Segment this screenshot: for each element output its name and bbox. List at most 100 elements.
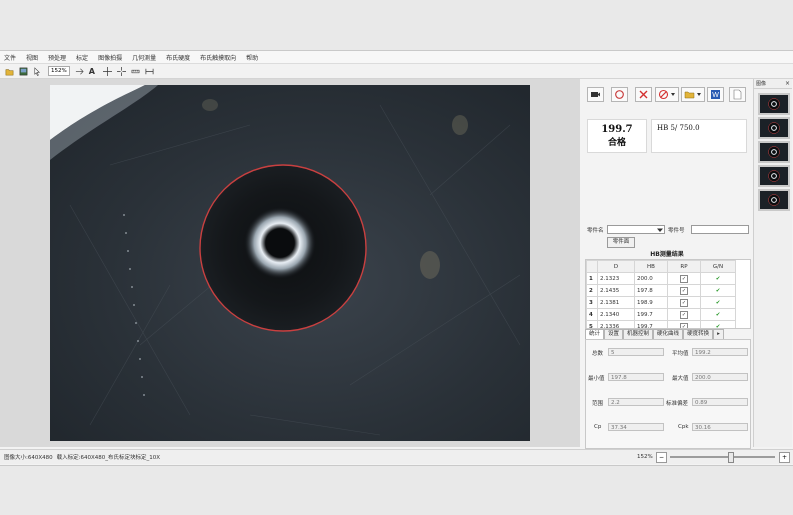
menu-preprocess[interactable]: 预处理	[48, 53, 66, 62]
circle-measure-button[interactable]	[611, 87, 628, 102]
row-index: 1	[586, 272, 598, 285]
menu-calibration[interactable]: 标定	[76, 53, 88, 62]
tab-statistics[interactable]: 统计	[585, 329, 605, 339]
thumbnail-2[interactable]	[758, 117, 790, 139]
chevron-down-icon[interactable]	[657, 227, 663, 233]
zoom-slider-handle[interactable]	[728, 452, 734, 463]
circle-icon	[615, 90, 624, 99]
indentation-thumbnail-icon	[768, 194, 780, 206]
clear-dropdown-button[interactable]	[655, 87, 679, 102]
table-row[interactable]: 1 2.1323 200.0 ✓ ✔	[586, 272, 736, 285]
std-dev-value: 0.89	[692, 398, 748, 406]
table-row[interactable]: 5 2.1336 199.7 ✓ ✔	[586, 320, 736, 328]
pass-check-icon: ✔	[715, 287, 721, 294]
part-name-field[interactable]	[607, 225, 665, 234]
cell-gn: ✔	[700, 320, 736, 328]
results-table: D HB RP G/N 1 2.1323 200.0 ✓ ✔ 2 2.1435 …	[586, 260, 736, 328]
part-name-label: 零件名	[587, 228, 604, 234]
tab-hardness-conversion[interactable]: 硬度转换	[683, 329, 714, 339]
image-size-status: 图像大小:640X480	[4, 455, 53, 461]
thumbnail-4[interactable]	[758, 165, 790, 187]
center-cross-icon[interactable]	[116, 66, 126, 76]
max-label: 最大值	[672, 376, 689, 382]
std-dev-label: 标准偏差	[666, 401, 689, 407]
thumbnail-5[interactable]	[758, 189, 790, 211]
part-number-field[interactable]	[691, 225, 749, 234]
measurement-panel: W 199.7 合格 HB 5/ 750.0 零件名 零件号 零件面 HB测量结…	[583, 79, 751, 449]
zoom-status: 152%	[637, 454, 653, 460]
menu-brinell[interactable]: 布氏硬度	[166, 53, 190, 62]
cell-hb: 199.7	[634, 308, 668, 321]
open-folder-icon[interactable]	[5, 66, 14, 76]
thumbnail-3[interactable]	[758, 141, 790, 163]
part-number-label: 零件号	[668, 228, 685, 234]
table-row[interactable]: 4 2.1340 199.7 ✓ ✔	[586, 308, 736, 321]
zoom-select[interactable]: 152%	[48, 66, 70, 76]
image-icon[interactable]	[19, 66, 28, 76]
new-document-button[interactable]	[729, 87, 746, 102]
menu-capture[interactable]: 图像拍摄	[98, 53, 122, 62]
zoom-in-icon[interactable]: +	[779, 452, 790, 463]
hardness-readout: 199.7 合格	[587, 119, 647, 153]
cell-hb: 200.0	[634, 272, 668, 285]
camera-icon	[591, 92, 600, 97]
max-value: 200.0	[692, 373, 748, 381]
rp-checkbox[interactable]: ✓	[680, 310, 688, 319]
rp-checkbox[interactable]: ✓	[680, 274, 688, 283]
cell-d: 2.1323	[597, 272, 635, 285]
row-index: 4	[586, 308, 598, 321]
menu-geometry[interactable]: 几何测量	[132, 53, 156, 62]
delete-button[interactable]	[635, 87, 652, 102]
camera-image[interactable]	[50, 85, 530, 441]
col-hb: HB	[634, 260, 668, 273]
menu-view[interactable]: 视图	[26, 53, 38, 62]
zoom-slider[interactable]	[670, 452, 775, 463]
measure-width-icon[interactable]	[145, 66, 154, 76]
cell-gn: ✔	[700, 272, 736, 285]
folder-icon	[684, 91, 701, 99]
thumbnail-1[interactable]	[758, 93, 790, 115]
document-icon	[733, 89, 742, 100]
col-index	[586, 260, 598, 273]
word-export-button[interactable]: W	[707, 87, 724, 102]
cell-rp: ✓	[667, 272, 701, 285]
zoom-out-icon[interactable]: −	[656, 452, 667, 463]
hardness-value: 199.7	[601, 124, 633, 135]
pointer-icon[interactable]	[33, 66, 42, 76]
zoom-fit-icon[interactable]	[75, 66, 84, 76]
tab-hardening-curve[interactable]: 硬化曲线	[653, 329, 684, 339]
tab-settings[interactable]: 设置	[604, 329, 624, 339]
forbidden-icon	[658, 89, 675, 100]
ruler-icon[interactable]	[131, 66, 140, 76]
menu-file[interactable]: 文件	[4, 53, 16, 62]
menu-brinell-touch[interactable]: 布氏触摸取向	[200, 53, 236, 62]
part-face-button[interactable]: 零件面	[607, 237, 635, 248]
text-tool-icon[interactable]: A	[89, 66, 95, 76]
cell-gn: ✔	[700, 284, 736, 297]
hardness-spec-text: HB 5/ 750.0	[657, 124, 700, 132]
table-row[interactable]: 2 2.1435 197.8 ✓ ✔	[586, 284, 736, 297]
toolbar: 152% A	[0, 64, 793, 79]
rp-checkbox[interactable]: ✓	[680, 286, 688, 295]
cpk-label: Cpk	[678, 424, 689, 430]
open-dropdown-button[interactable]	[681, 87, 705, 102]
tab-scroll-right[interactable]: ▸	[713, 329, 724, 339]
cell-rp: ✓	[667, 296, 701, 309]
tab-machine-control[interactable]: 机器控制	[623, 329, 654, 339]
row-index: 2	[586, 284, 598, 297]
cell-d: 2.1435	[597, 284, 635, 297]
camera-button[interactable]	[587, 87, 604, 102]
image-viewport	[0, 79, 580, 447]
pass-check-icon: ✔	[715, 299, 721, 306]
menu-help[interactable]: 帮助	[246, 53, 258, 62]
cell-d: 2.1340	[597, 308, 635, 321]
total-label: 总数	[592, 351, 604, 357]
min-value: 197.8	[608, 373, 664, 381]
indentation-thumbnail-icon	[768, 170, 780, 182]
rp-checkbox[interactable]: ✓	[680, 298, 688, 307]
crosshair-icon[interactable]	[102, 66, 112, 76]
table-row[interactable]: 3 2.1381 198.9 ✓ ✔	[586, 296, 736, 309]
svg-text:W: W	[712, 92, 719, 99]
close-icon[interactable]: ×	[785, 80, 790, 87]
indentation-thumbnail-icon	[768, 146, 780, 158]
